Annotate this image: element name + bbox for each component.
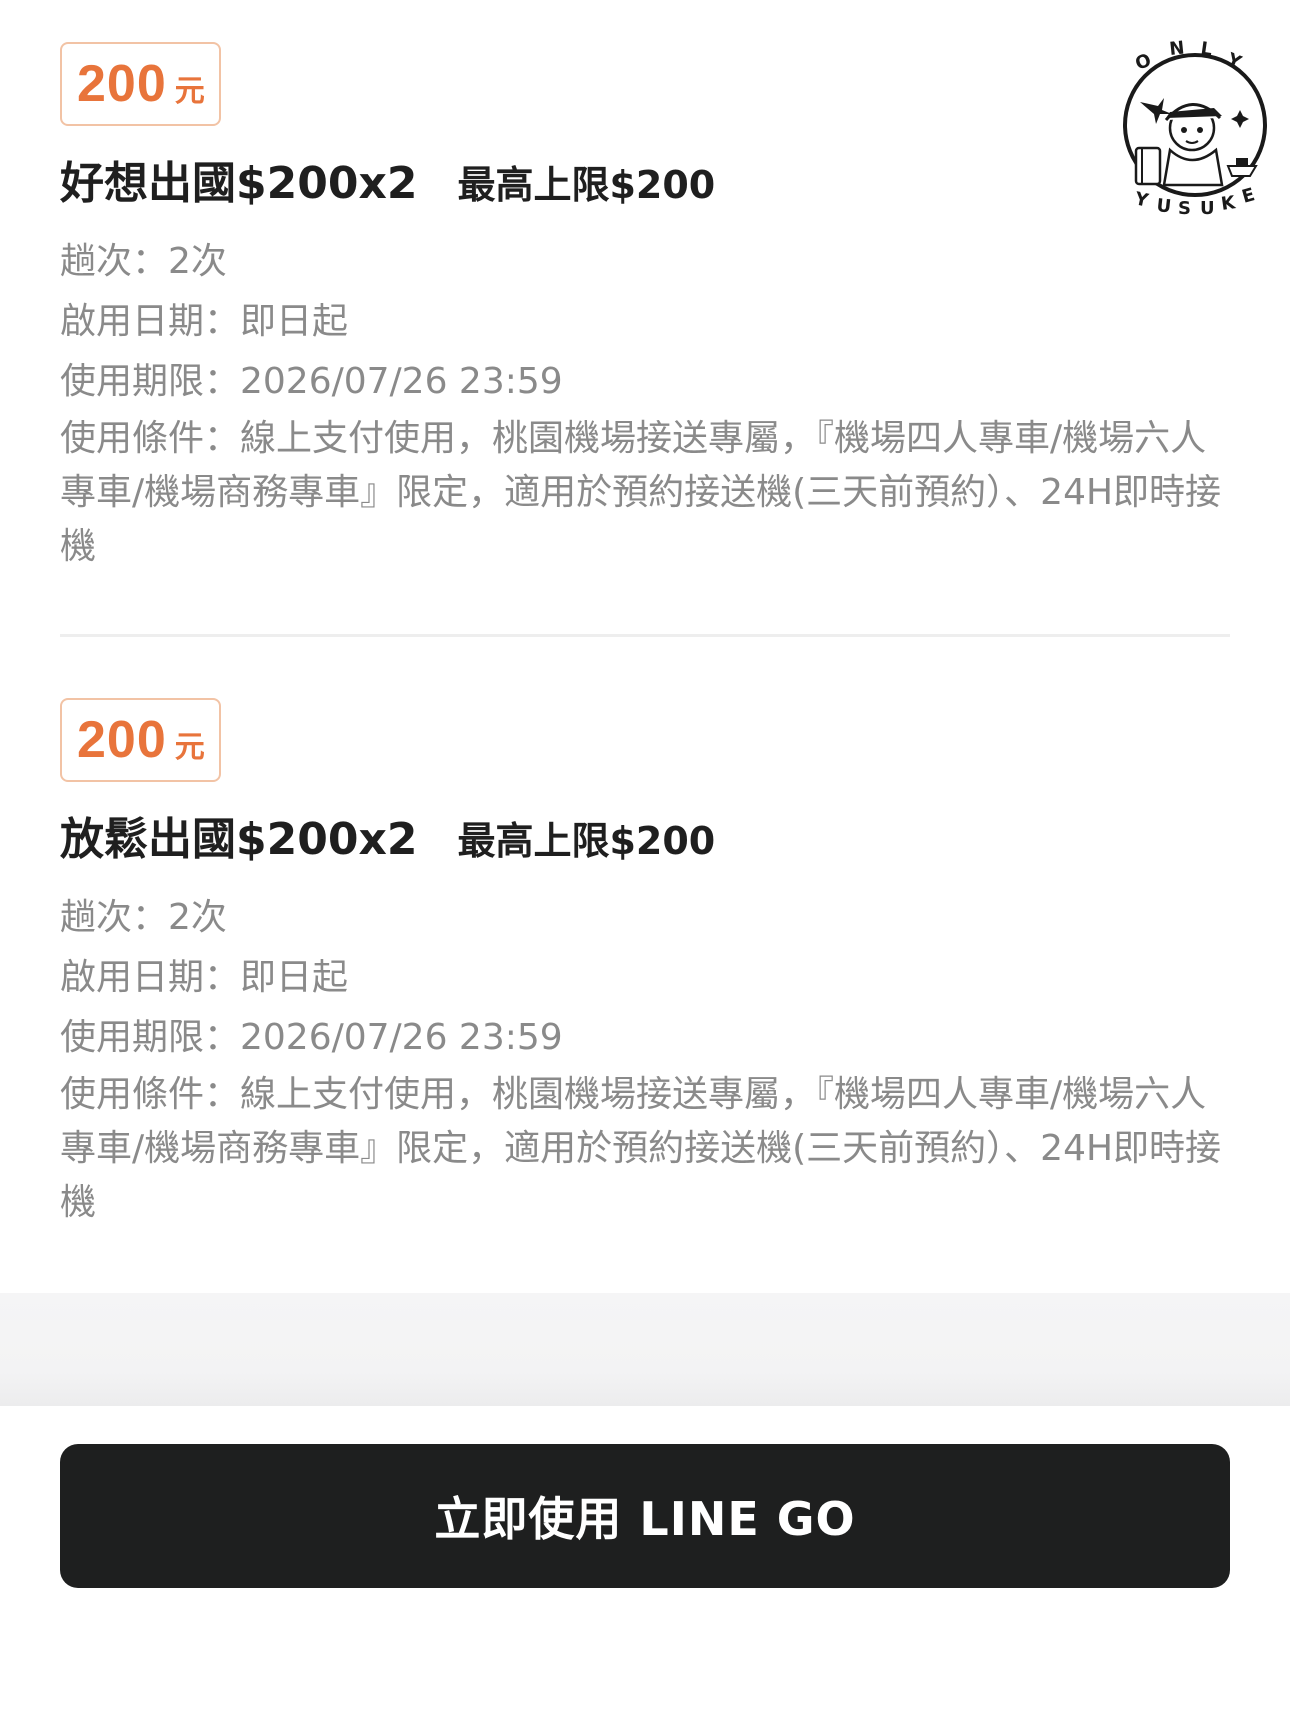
svg-text:E: E [1240,184,1258,208]
trips-text: 趟次：2次 [60,241,227,282]
coupon-list: 200 元 好想出國$200x2 最高上限$200 趟次：2次 啟用日期：即日起… [0,0,1290,1293]
use-line-go-button[interactable]: 立即使用 LINE GO [60,1444,1230,1588]
coupon-details: 趟次：2次 啟用日期：即日起 使用期限：2026/07/26 23:59 使用條… [60,888,1230,1230]
amount-unit: 元 [174,74,205,109]
amount-value: 200 [77,55,167,113]
coupon-title-row: 放鬆出國$200x2 最高上限$200 [60,808,1230,872]
svg-text:N: N [1168,38,1185,60]
only-yusuke-logo: O N L Y Y U S U K E [1123,38,1267,219]
expiry-text: 使用期限：2026/07/26 23:59 [60,1017,563,1058]
coupon-limit: 最高上限$200 [457,819,716,863]
start-date-text: 啟用日期：即日起 [60,301,349,342]
svg-text:S: S [1178,198,1191,219]
amount-badge: 200 元 [60,42,221,126]
coupon-card: 200 元 好想出國$200x2 最高上限$200 趟次：2次 啟用日期：即日起… [60,42,1230,574]
conditions-text: 使用條件：線上支付使用，桃園機場接送專屬，『機場四人專車/機場六人專車/機場商務… [60,418,1222,567]
svg-text:U: U [1155,195,1172,217]
spacer-band [0,1293,1290,1406]
amount-unit: 元 [174,730,205,765]
coupon-title-row: 好想出國$200x2 最高上限$200 [60,152,1230,216]
start-date-text: 啟用日期：即日起 [60,957,349,998]
svg-text:U: U [1200,198,1215,219]
coupon-divider [60,634,1230,637]
coupon-title: 放鬆出國$200x2 [60,814,418,865]
coupon-detail-page: 200 元 好想出國$200x2 最高上限$200 趟次：2次 啟用日期：即日起… [0,0,1290,1725]
conditions-text: 使用條件：線上支付使用，桃園機場接送專屬，『機場四人專車/機場六人專車/機場商務… [60,1074,1222,1223]
coupon-limit: 最高上限$200 [457,163,716,207]
trips-text: 趟次：2次 [60,897,227,938]
coupon-details: 趟次：2次 啟用日期：即日起 使用期限：2026/07/26 23:59 使用條… [60,232,1230,574]
coupon-title: 好想出國$200x2 [60,158,418,209]
amount-badge: 200 元 [60,698,221,782]
svg-text:Y: Y [1132,188,1151,212]
bottom-action-bar: 立即使用 LINE GO [0,1406,1290,1725]
svg-text:K: K [1220,192,1238,215]
expiry-text: 使用期限：2026/07/26 23:59 [60,361,563,402]
amount-value: 200 [77,711,167,769]
coupon-card: 200 元 放鬆出國$200x2 最高上限$200 趟次：2次 啟用日期：即日起… [60,698,1230,1230]
